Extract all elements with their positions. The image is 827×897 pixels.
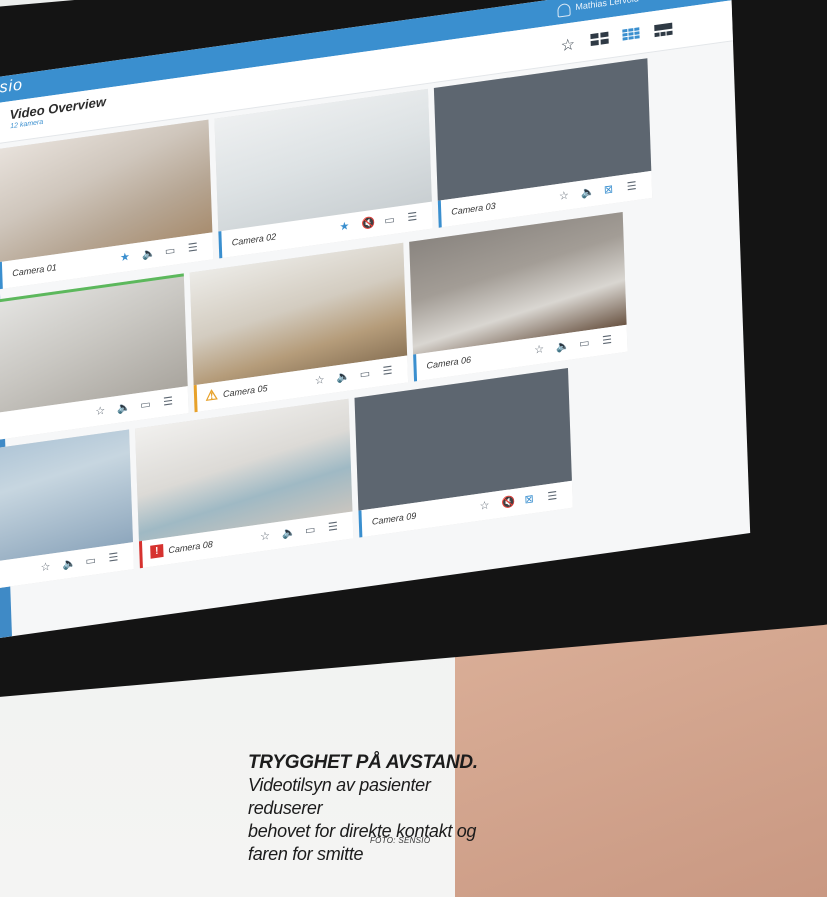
caption-line-3: faren for smitte: [248, 844, 364, 864]
speaker-icon[interactable]: 🔈: [337, 369, 351, 384]
camera-tile[interactable]: Camera 02 ★ 🔇 ▭ ☰: [214, 88, 433, 259]
sensio-logo: sensio: [0, 76, 24, 101]
video-off-icon[interactable]: ⊠: [604, 182, 614, 196]
star-icon[interactable]: ☆: [560, 34, 575, 56]
speaker-icon[interactable]: 🔈: [581, 185, 595, 200]
camera-label: Camera 01: [12, 262, 57, 279]
grid-2x2-icon[interactable]: [590, 31, 609, 47]
video-camera-icon[interactable]: ▭: [85, 553, 96, 567]
video-camera-icon[interactable]: ▭: [165, 244, 176, 258]
grid-wide-icon[interactable]: [654, 22, 673, 38]
video-camera-icon[interactable]: ▭: [384, 213, 395, 227]
speaker-icon[interactable]: 🔈: [117, 400, 131, 415]
camera-tile[interactable]: ⚠ Camera 05 ☆ 🔈 ▭ ☰: [189, 242, 409, 413]
caption-line-1: Videotilsyn av pasienter reduserer: [248, 775, 431, 818]
speaker-muted-icon[interactable]: 🔇: [501, 495, 515, 510]
camera-label: Camera 08: [168, 539, 213, 556]
camera-tile[interactable]: ! Camera 08 ☆ 🔈 ▭ ☰: [135, 398, 354, 569]
camera-tile[interactable]: Camera 06 ☆ 🔈 ▭ ☰: [409, 212, 628, 382]
menu-icon[interactable]: ☰: [188, 240, 198, 254]
video-camera-icon[interactable]: ▭: [359, 367, 371, 381]
menu-icon[interactable]: ☰: [627, 179, 637, 193]
menu-icon[interactable]: ☰: [547, 489, 557, 503]
camera-label: Camera 05: [222, 383, 268, 400]
photo-caption: TRYGGHET PÅ AVSTAND. Videotilsyn av pasi…: [248, 752, 488, 866]
user-name[interactable]: Mathias Lervold: [575, 0, 639, 12]
alert-icon: !: [150, 543, 164, 559]
star-icon[interactable]: ☆: [260, 529, 270, 543]
tablet: sensio Mathias Lervold ⏻ Video Overview …: [0, 0, 827, 699]
menu-icon[interactable]: ☰: [108, 550, 118, 564]
star-icon[interactable]: ★: [120, 250, 130, 264]
warning-icon: ⚠: [204, 385, 219, 404]
speaker-icon[interactable]: 🔈: [556, 339, 570, 354]
camera-tile[interactable]: 04 ☆ 🔈 ▭ ☰: [0, 273, 189, 443]
camera-label: Camera 09: [371, 510, 417, 527]
speaker-muted-icon[interactable]: 🔇: [361, 216, 375, 231]
star-icon[interactable]: ☆: [95, 404, 105, 418]
speaker-icon[interactable]: 🔈: [142, 246, 156, 261]
video-off-icon[interactable]: ⊠: [524, 492, 534, 506]
camera-tile[interactable]: Camera 01 ★ 🔈 ▭ ☰: [0, 119, 214, 290]
star-icon[interactable]: ☆: [40, 560, 50, 574]
camera-label: Camera 03: [451, 200, 496, 217]
photo-credit: FOTO: SENSIO: [370, 836, 431, 845]
star-icon[interactable]: ★: [339, 219, 349, 233]
menu-icon[interactable]: ☰: [407, 210, 417, 224]
camera-tile[interactable]: Camera 03 ☆ 🔈 ⊠ ☰: [433, 58, 653, 228]
speaker-icon[interactable]: 🔈: [282, 525, 296, 540]
menu-icon[interactable]: ☰: [328, 520, 338, 534]
star-icon[interactable]: ☆: [315, 373, 325, 387]
tablet-screen: sensio Mathias Lervold ⏻ Video Overview …: [0, 0, 751, 641]
star-icon[interactable]: ☆: [534, 342, 544, 356]
menu-icon[interactable]: ☰: [602, 333, 612, 347]
grid-3x3-icon[interactable]: [622, 27, 640, 41]
user-icon: [557, 2, 571, 18]
speaker-icon[interactable]: 🔈: [62, 556, 76, 571]
video-camera-icon[interactable]: ▭: [140, 397, 151, 411]
power-icon[interactable]: ⏻: [672, 0, 682, 2]
caption-title: TRYGGHET PÅ AVSTAND.: [248, 752, 478, 773]
video-camera-icon[interactable]: ▭: [579, 336, 590, 350]
menu-icon[interactable]: ☰: [382, 364, 392, 378]
camera-label: Camera 06: [426, 354, 472, 371]
video-camera-icon[interactable]: ▭: [305, 523, 316, 537]
star-icon[interactable]: ☆: [479, 498, 489, 512]
menu-icon[interactable]: ☰: [163, 394, 173, 408]
camera-tile[interactable]: Camera 09 ☆ 🔇 ⊠ ☰: [354, 368, 573, 538]
star-icon[interactable]: ☆: [559, 189, 569, 203]
caption-line-2: behovet for direkte kontakt og: [248, 821, 477, 841]
camera-label: Camera 02: [231, 231, 277, 248]
camera-tile[interactable]: ☆ 🔈 ▭ ☰: [0, 429, 134, 599]
